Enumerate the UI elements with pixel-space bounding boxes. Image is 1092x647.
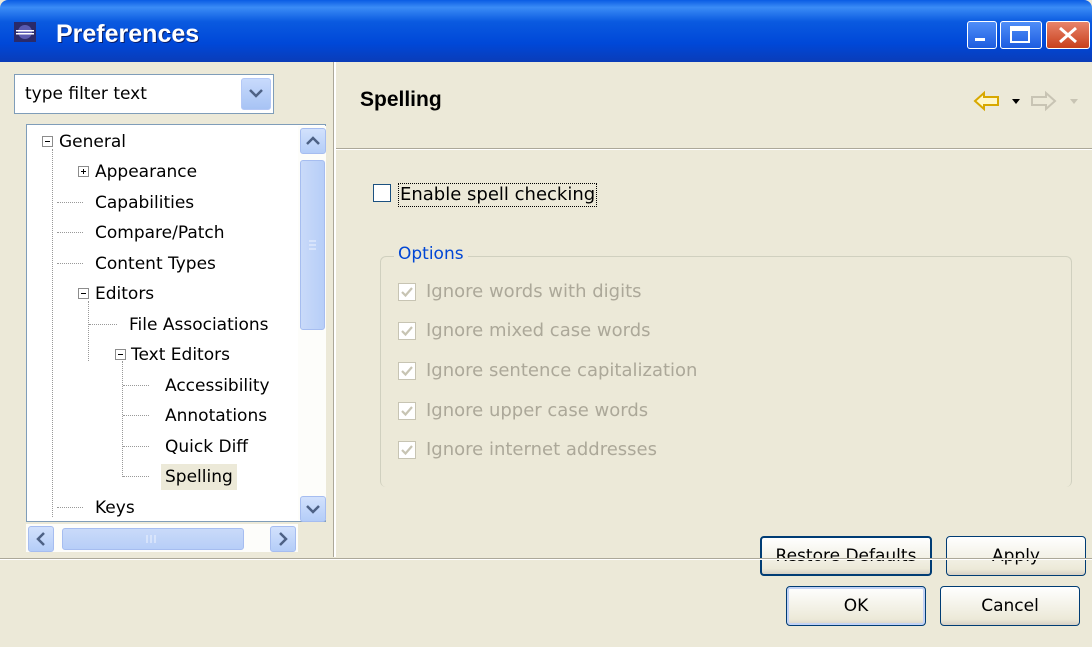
tree-line <box>123 476 149 478</box>
tree-item-compare-patch[interactable]: Compare/Patch <box>95 220 225 246</box>
tree-line <box>57 263 83 265</box>
ignore-sentence-cap-label: Ignore sentence capitalization <box>426 360 698 381</box>
tree-line <box>57 507 83 509</box>
filter-dropdown-button[interactable] <box>241 78 271 110</box>
checkmark-icon <box>401 406 413 417</box>
scroll-thumb-horizontal[interactable] <box>62 528 244 550</box>
grip-icon <box>309 240 316 250</box>
tree-item-quick-diff[interactable]: Quick Diff <box>165 434 248 460</box>
back-history-dropdown-icon[interactable] <box>1010 88 1022 114</box>
tree-line <box>123 385 149 387</box>
window-title: Preferences <box>56 20 200 48</box>
minimize-button[interactable] <box>967 21 997 49</box>
ok-button[interactable]: OK <box>786 586 926 626</box>
tree-item-annotations[interactable]: Annotations <box>165 403 267 429</box>
forward-history-dropdown-icon[interactable] <box>1068 88 1080 114</box>
header-separator <box>336 148 1092 150</box>
checkmark-icon <box>401 445 413 456</box>
checkmark-icon <box>401 366 413 377</box>
tree-item-content-types[interactable]: Content Types <box>95 251 216 277</box>
close-button[interactable] <box>1046 21 1090 49</box>
maximize-icon <box>1010 26 1030 43</box>
expand-toggle[interactable] <box>78 166 89 177</box>
scroll-thumb-vertical[interactable] <box>300 160 325 330</box>
tree-line <box>57 202 83 204</box>
chevron-down-icon <box>306 505 320 514</box>
chevron-left-icon <box>36 532 45 546</box>
maximize-button[interactable] <box>1000 21 1042 49</box>
close-icon <box>1059 26 1077 44</box>
forward-arrow-icon[interactable] <box>1028 88 1058 114</box>
page-title: Spelling <box>360 88 442 111</box>
chevron-up-icon <box>306 136 320 145</box>
chevron-down-icon <box>249 89 263 98</box>
ignore-upper-case-checkbox[interactable] <box>398 402 416 420</box>
enable-spell-checkbox[interactable] <box>373 184 391 202</box>
ignore-internet-label: Ignore internet addresses <box>426 439 658 460</box>
tree-line <box>122 361 124 477</box>
collapse-toggle[interactable] <box>115 349 126 360</box>
tree-item-accessibility[interactable]: Accessibility <box>165 373 270 399</box>
pane-divider[interactable] <box>333 62 336 557</box>
ignore-digits-checkbox[interactable] <box>398 283 416 301</box>
filter-input[interactable] <box>15 75 245 113</box>
minimize-icon <box>975 38 985 41</box>
chevron-right-icon <box>279 532 288 546</box>
scroll-right-button[interactable] <box>270 526 296 552</box>
scroll-left-button[interactable] <box>28 526 54 552</box>
enable-spell-label[interactable]: Enable spell checking <box>398 183 598 207</box>
tree-item-spelling[interactable]: Spelling <box>161 464 237 490</box>
tree-item-capabilities[interactable]: Capabilities <box>95 190 194 216</box>
title-bar[interactable]: Preferences <box>0 0 1092 62</box>
ignore-mixed-case-label: Ignore mixed case words <box>426 320 651 341</box>
tree-item-editors[interactable]: Editors <box>95 281 154 307</box>
ignore-internet-checkbox[interactable] <box>398 441 416 459</box>
eclipse-app-icon <box>14 22 36 42</box>
tree-item-file-associations[interactable]: File Associations <box>129 312 269 338</box>
ignore-digits-label: Ignore words with digits <box>426 281 642 302</box>
back-arrow-icon[interactable] <box>972 88 1002 114</box>
filter-combo[interactable] <box>14 74 274 114</box>
checkmark-icon <box>401 326 413 337</box>
checkmark-icon <box>401 287 413 298</box>
collapse-toggle[interactable] <box>78 288 89 299</box>
ignore-upper-case-label: Ignore upper case words <box>426 400 649 421</box>
tree-item-text-editors[interactable]: Text Editors <box>131 342 230 368</box>
options-group-label: Options <box>394 244 468 264</box>
tree-line <box>52 149 54 517</box>
tree-line <box>123 415 149 417</box>
collapse-toggle[interactable] <box>42 136 53 147</box>
tree-item-general[interactable]: General <box>59 129 126 155</box>
tree-line <box>57 232 83 234</box>
tree-line <box>89 324 117 326</box>
cancel-button[interactable]: Cancel <box>940 586 1080 626</box>
scroll-down-button[interactable] <box>300 496 326 522</box>
scroll-up-button[interactable] <box>300 128 326 154</box>
preference-tree[interactable]: General Appearance Capabilities Compare/… <box>26 124 326 522</box>
tree-line <box>88 301 90 361</box>
ignore-mixed-case-checkbox[interactable] <box>398 322 416 340</box>
apply-button[interactable]: Apply <box>946 536 1086 576</box>
dialog-separator <box>0 558 1092 560</box>
restore-defaults-button[interactable]: Restore Defaults <box>760 536 932 576</box>
grip-icon <box>146 535 156 543</box>
tree-item-keys[interactable]: Keys <box>95 495 135 521</box>
tree-line <box>123 446 149 448</box>
ignore-sentence-cap-checkbox[interactable] <box>398 362 416 380</box>
tree-item-appearance[interactable]: Appearance <box>95 159 197 185</box>
